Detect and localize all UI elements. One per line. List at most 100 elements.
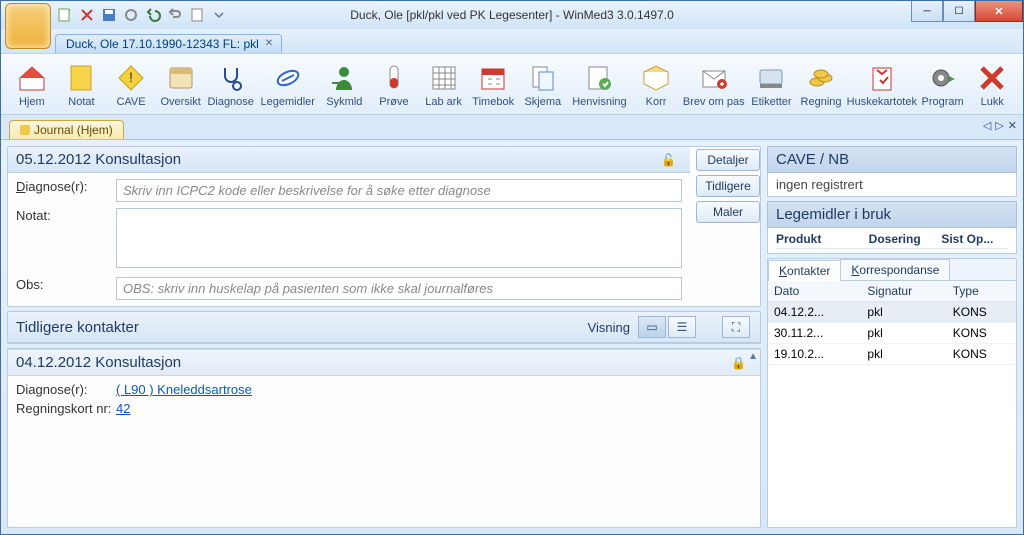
col-produkt: Produkt xyxy=(776,232,863,246)
view-card-icon[interactable]: ▭ xyxy=(638,316,666,338)
contacts-tabs: Kontakter Korrespondanse xyxy=(768,259,1016,281)
ribbon-huskekartotek[interactable]: Huskekartotek xyxy=(846,58,918,110)
table-row[interactable]: 04.12.2... pkl KONS xyxy=(768,302,1016,323)
ribbon-notat[interactable]: Notat xyxy=(57,58,107,110)
qat-undo-icon[interactable] xyxy=(145,7,161,23)
visning-label: Visning xyxy=(588,320,630,335)
col-signatur[interactable]: Signatur xyxy=(861,281,946,302)
title-bar: Duck, Ole [pkl/pkl ved PK Legesenter] - … xyxy=(1,1,1023,29)
notat-label: Notat: xyxy=(16,208,116,223)
view-list-icon[interactable]: ☰ xyxy=(668,316,696,338)
window-buttons: ─ ☐ ✕ xyxy=(911,1,1023,22)
ribbon-program[interactable]: Program xyxy=(918,58,968,110)
maler-button[interactable]: Maler xyxy=(696,201,760,223)
app-menu-orb[interactable] xyxy=(5,3,51,49)
contacts-table: Dato Signatur Type 04.12.2... pkl KONS xyxy=(768,281,1016,365)
detaljer-button[interactable]: Detaljer xyxy=(696,149,760,171)
ribbon-prove[interactable]: Prøve xyxy=(369,58,419,110)
tab-nav-close-icon[interactable]: ✕ xyxy=(1008,119,1017,132)
col-type[interactable]: Type xyxy=(947,281,1016,302)
prev-entry-header: 04.12.2012 Konsultasjon 🔒 xyxy=(8,349,760,376)
col-dato[interactable]: Dato xyxy=(768,281,861,302)
legemidler-header: Legemidler i bruk xyxy=(767,201,1017,228)
ribbon-brevompas[interactable]: Brev om pas xyxy=(681,58,747,110)
ribbon-timebok[interactable]: Timebok xyxy=(468,58,518,110)
prev-diag-label: Diagnose(r): xyxy=(16,382,116,397)
cave-panel: CAVE / NB ingen registrert xyxy=(767,146,1017,197)
contacts-panel: Kontakter Korrespondanse Dato Signatur T… xyxy=(767,258,1017,528)
current-consultation-header: 05.12.2012 Konsultasjon 🔓 xyxy=(8,147,690,173)
ribbon-labark[interactable]: Lab ark xyxy=(419,58,469,110)
qat-save-icon[interactable] xyxy=(101,7,117,23)
tab-nav-next-icon[interactable]: ▷ xyxy=(995,119,1003,132)
qat-delete-icon[interactable] xyxy=(79,7,95,23)
ribbon-etiketter[interactable]: Etiketter xyxy=(747,58,797,110)
left-column: 05.12.2012 Konsultasjon 🔓 Diagnose(r): N… xyxy=(7,146,761,528)
journal-tab-strip: Journal (Hjem) ◁ ▷ ✕ xyxy=(1,115,1023,140)
ribbon-korr[interactable]: Korr xyxy=(631,58,681,110)
legemidler-body: Produkt Dosering Sist Op... xyxy=(767,228,1017,254)
current-consultation-panel: 05.12.2012 Konsultasjon 🔓 Diagnose(r): N… xyxy=(7,146,761,307)
col-sistop: Sist Op... xyxy=(941,232,1008,246)
scroll-up-icon[interactable]: ▲ xyxy=(748,351,758,362)
col-dosering: Dosering xyxy=(869,232,936,246)
ribbon-legemidler[interactable]: Legemidler xyxy=(256,58,320,110)
prev-diag-link[interactable]: ( L90 ) Kneleddsartrose xyxy=(116,382,252,397)
tidligere-button[interactable]: Tidligere xyxy=(696,175,760,197)
ribbon-regning[interactable]: Regning xyxy=(796,58,846,110)
ribbon-sykmld[interactable]: Sykmld xyxy=(320,58,370,110)
prev-entry-body: Diagnose(r): ( L90 ) Kneleddsartrose Reg… xyxy=(8,376,760,426)
obs-label: Obs: xyxy=(16,277,116,292)
window-title: Duck, Ole [pkl/pkl ved PK Legesenter] - … xyxy=(350,8,674,22)
qat-dot-icon[interactable] xyxy=(123,7,139,23)
fullscreen-icon[interactable]: ⛶ xyxy=(722,316,750,338)
table-row[interactable]: 19.10.2... pkl KONS xyxy=(768,344,1016,365)
ribbon-diagnose[interactable]: Diagnose xyxy=(205,58,255,110)
qat-sheet-icon[interactable] xyxy=(189,7,205,23)
right-column: CAVE / NB ingen registrert Legemidler i … xyxy=(767,146,1017,528)
ribbon-oversikt[interactable]: Oversikt xyxy=(156,58,206,110)
tab-nav-prev-icon[interactable]: ◁ xyxy=(983,119,991,132)
notat-textarea[interactable] xyxy=(116,208,682,268)
diagnose-label: Diagnose(r): xyxy=(16,179,116,194)
table-row[interactable]: 30.11.2... pkl KONS xyxy=(768,323,1016,344)
tab-korrespondanse[interactable]: Korrespondanse xyxy=(840,259,950,280)
ribbon-hjem[interactable]: Hjem xyxy=(7,58,57,110)
journal-tab[interactable]: Journal (Hjem) xyxy=(9,120,124,139)
minimize-button[interactable]: ─ xyxy=(911,1,943,22)
cave-header: CAVE / NB xyxy=(767,146,1017,173)
patient-tab-label: Duck, Ole 17.10.1990-12343 FL: pkl xyxy=(66,37,259,51)
journal-tab-icon xyxy=(20,125,30,135)
ribbon-skjema[interactable]: Skjema xyxy=(518,58,568,110)
tidligere-kontakter-panel: Tidligere kontakter Visning ▭ ☰ ⛶ xyxy=(7,311,761,344)
ribbon-lukk[interactable]: Lukk xyxy=(967,58,1017,110)
lock-icon: 🔒 xyxy=(731,356,746,370)
prev-regn-link[interactable]: 42 xyxy=(116,401,130,416)
patient-tab-strip: Duck, Ole 17.10.1990-12343 FL: pkl ✕ xyxy=(1,29,1023,54)
journal-tab-label: Journal (Hjem) xyxy=(34,123,113,137)
app-window: Duck, Ole [pkl/pkl ved PK Legesenter] - … xyxy=(0,0,1024,535)
previous-contacts-list: ▲ 04.12.2012 Konsultasjon 🔒 Diagnose(r):… xyxy=(7,348,761,528)
diagnose-input[interactable] xyxy=(116,179,682,202)
prev-regn-label: Regningskort nr: xyxy=(16,401,116,416)
quick-access-toolbar xyxy=(57,7,227,23)
tab-kontakter[interactable]: Kontakter xyxy=(768,260,841,281)
ribbon-henvisning[interactable]: Henvisning xyxy=(568,58,632,110)
cave-body: ingen registrert xyxy=(767,173,1017,197)
main-content: 05.12.2012 Konsultasjon 🔓 Diagnose(r): N… xyxy=(1,140,1023,534)
tidligere-kontakter-header: Tidligere kontakter Visning ▭ ☰ ⛶ xyxy=(8,312,760,343)
qat-repeat-icon[interactable] xyxy=(167,7,183,23)
patient-tab[interactable]: Duck, Ole 17.10.1990-12343 FL: pkl ✕ xyxy=(55,34,282,53)
tab-nav: ◁ ▷ ✕ xyxy=(983,119,1017,132)
maximize-button[interactable]: ☐ xyxy=(943,1,975,22)
ribbon-toolbar: Hjem Notat !CAVE Oversikt Diagnose Legem… xyxy=(1,54,1023,115)
ribbon-cave[interactable]: !CAVE xyxy=(106,58,156,110)
obs-input[interactable] xyxy=(116,277,682,300)
close-button[interactable]: ✕ xyxy=(975,1,1023,22)
qat-dropdown-icon[interactable] xyxy=(211,7,227,23)
unlock-icon[interactable]: 🔓 xyxy=(661,153,676,167)
current-consultation-body: Diagnose(r): Notat: Obs: xyxy=(8,173,690,306)
patient-tab-close-icon[interactable]: ✕ xyxy=(265,38,277,50)
legemidler-panel: Legemidler i bruk Produkt Dosering Sist … xyxy=(767,201,1017,254)
qat-new-icon[interactable] xyxy=(57,7,73,23)
